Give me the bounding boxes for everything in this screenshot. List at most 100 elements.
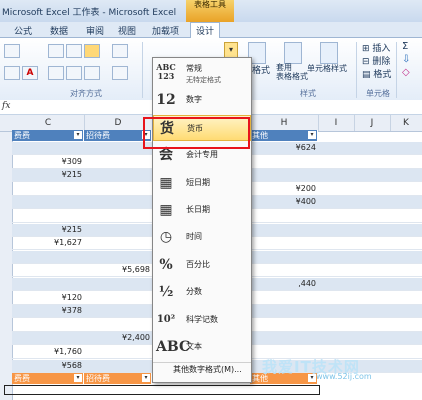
tab-formulas[interactable]: 公式 <box>14 24 32 37</box>
table-header-h[interactable]: 其他 ▾ <box>250 130 318 141</box>
cell-d[interactable] <box>84 278 152 290</box>
align-middle-icon[interactable] <box>66 44 82 58</box>
column-header-i[interactable]: I <box>318 115 355 131</box>
cell-c[interactable] <box>12 196 84 208</box>
cell-c[interactable]: ¥1,760 <box>12 346 84 358</box>
format-item-time[interactable]: ◷ 时间 <box>153 224 251 250</box>
filter-dropdown-icon[interactable]: ▾ <box>74 131 82 139</box>
delete-button[interactable]: ⊟ 删除 <box>362 54 390 67</box>
cell-c[interactable] <box>12 264 84 276</box>
cell-h[interactable] <box>250 332 318 344</box>
cell-c[interactable] <box>12 142 84 154</box>
tab-review[interactable]: 审阅 <box>86 24 104 37</box>
cell-styles-label[interactable]: 单元格样式 <box>307 63 347 74</box>
cell-d[interactable]: ¥5,698 <box>84 264 152 276</box>
column-header-j[interactable]: J <box>354 115 391 131</box>
fx-icon[interactable]: fx <box>2 101 10 111</box>
cell-d[interactable] <box>84 169 152 181</box>
cell-c[interactable]: ¥120 <box>12 292 84 304</box>
cell-d[interactable] <box>84 237 152 249</box>
format-button[interactable]: ▤ 格式 <box>362 67 391 80</box>
align-bottom-icon[interactable] <box>84 44 100 58</box>
cell-d[interactable] <box>84 224 152 236</box>
cell-c[interactable] <box>12 251 84 263</box>
column-header-k[interactable]: K <box>390 115 422 131</box>
cell-d[interactable] <box>84 305 152 317</box>
column-header-c[interactable]: C <box>12 115 85 131</box>
number-format-dropdown-arrow[interactable]: ▾ <box>224 42 238 58</box>
cell-c[interactable]: ¥378 <box>12 305 84 317</box>
cell-h[interactable] <box>250 237 318 249</box>
cell-c[interactable] <box>12 332 84 344</box>
cell-d[interactable]: ¥2,400 <box>84 332 152 344</box>
cell-h[interactable] <box>250 264 318 276</box>
selected-range[interactable] <box>4 385 320 395</box>
font-size-icon[interactable] <box>4 44 20 58</box>
align-top-icon[interactable] <box>48 44 64 58</box>
tab-design[interactable]: 设计 <box>190 22 221 38</box>
cell-d[interactable] <box>84 292 152 304</box>
wrap-text-icon[interactable] <box>112 44 128 58</box>
format-item-text[interactable]: ABC 文本 <box>153 334 251 360</box>
table-header-c[interactable]: 费费 ▾ <box>12 130 84 141</box>
format-item-long-date[interactable]: ▦ 长日期 <box>153 197 251 223</box>
align-right-icon[interactable] <box>84 66 100 80</box>
cell-d[interactable] <box>84 142 152 154</box>
clear-icon[interactable]: ◇ <box>402 67 410 78</box>
cell-c[interactable]: ¥215 <box>12 224 84 236</box>
more-number-formats-item[interactable]: 其他数字格式(M)... <box>153 362 251 376</box>
apply-table-format-label[interactable]: 套用 表格格式 <box>276 63 308 81</box>
number-format-dropdown[interactable]: ABC 123 常规 无特定格式 12 数字货货币会会计专用 ▦ 短日期 ▦ 长日期 ◷ 时间% 百分… <box>152 57 252 383</box>
autosum-icon[interactable]: Σ <box>402 41 408 52</box>
cell-h[interactable] <box>250 251 318 263</box>
total-header-d[interactable]: 招待费 ▾ <box>84 373 152 384</box>
column-header-h[interactable]: H <box>250 115 319 131</box>
cell-h[interactable] <box>250 292 318 304</box>
cell-d[interactable] <box>84 183 152 195</box>
cell-d[interactable] <box>84 319 152 331</box>
fill-color-icon[interactable] <box>4 66 20 80</box>
align-center-icon[interactable] <box>66 66 82 80</box>
insert-button[interactable]: ⊞ 插入 <box>362 41 390 54</box>
cell-h[interactable] <box>250 156 318 168</box>
cell-c[interactable]: ¥568 <box>12 360 84 372</box>
table-header-d[interactable]: 招待费 ▾ <box>84 130 152 141</box>
filter-dropdown-icon[interactable]: ▾ <box>308 131 316 139</box>
cell-h[interactable]: ,440 <box>250 278 318 290</box>
total-header-c[interactable]: 费费 ▾ <box>12 373 84 384</box>
merge-center-icon[interactable] <box>112 66 128 80</box>
cell-h[interactable] <box>250 305 318 317</box>
apply-table-format-icon[interactable] <box>284 42 302 64</box>
cell-d[interactable] <box>84 251 152 263</box>
cell-styles-icon[interactable] <box>320 42 338 64</box>
cell-d[interactable] <box>84 360 152 372</box>
cell-h[interactable]: ¥400 <box>250 196 318 208</box>
cell-c[interactable] <box>12 278 84 290</box>
cell-h[interactable] <box>250 319 318 331</box>
format-item-percentage[interactable]: % 百分比 <box>153 252 251 278</box>
format-item-short-date[interactable]: ▦ 短日期 <box>153 170 251 196</box>
cell-c[interactable]: ¥1,627 <box>12 237 84 249</box>
cell-d[interactable] <box>84 156 152 168</box>
filter-dropdown-icon[interactable]: ▾ <box>142 374 150 382</box>
table-format-label[interactable]: 格式 <box>252 63 270 76</box>
align-left-icon[interactable] <box>48 66 64 80</box>
cell-c[interactable] <box>12 319 84 331</box>
cell-c[interactable] <box>12 210 84 222</box>
cell-d[interactable] <box>84 196 152 208</box>
cell-h[interactable] <box>250 210 318 222</box>
cell-h[interactable]: ¥200 <box>250 183 318 195</box>
cell-h[interactable]: ¥624 <box>250 142 318 154</box>
font-color-icon[interactable]: A <box>22 66 38 80</box>
format-item-general[interactable]: ABC 123 常规 无特定格式 <box>153 60 251 86</box>
filter-dropdown-icon[interactable]: ▾ <box>74 374 82 382</box>
format-item-number[interactable]: 12 数字 <box>153 87 251 113</box>
tab-view[interactable]: 视图 <box>118 24 136 37</box>
cell-h[interactable] <box>250 224 318 236</box>
format-item-scientific[interactable]: 10² 科学记数 <box>153 307 251 333</box>
cell-d[interactable] <box>84 346 152 358</box>
cell-c[interactable] <box>12 183 84 195</box>
tab-addins[interactable]: 加载项 <box>152 24 179 37</box>
tab-data[interactable]: 数据 <box>50 24 68 37</box>
cell-c[interactable]: ¥215 <box>12 169 84 181</box>
